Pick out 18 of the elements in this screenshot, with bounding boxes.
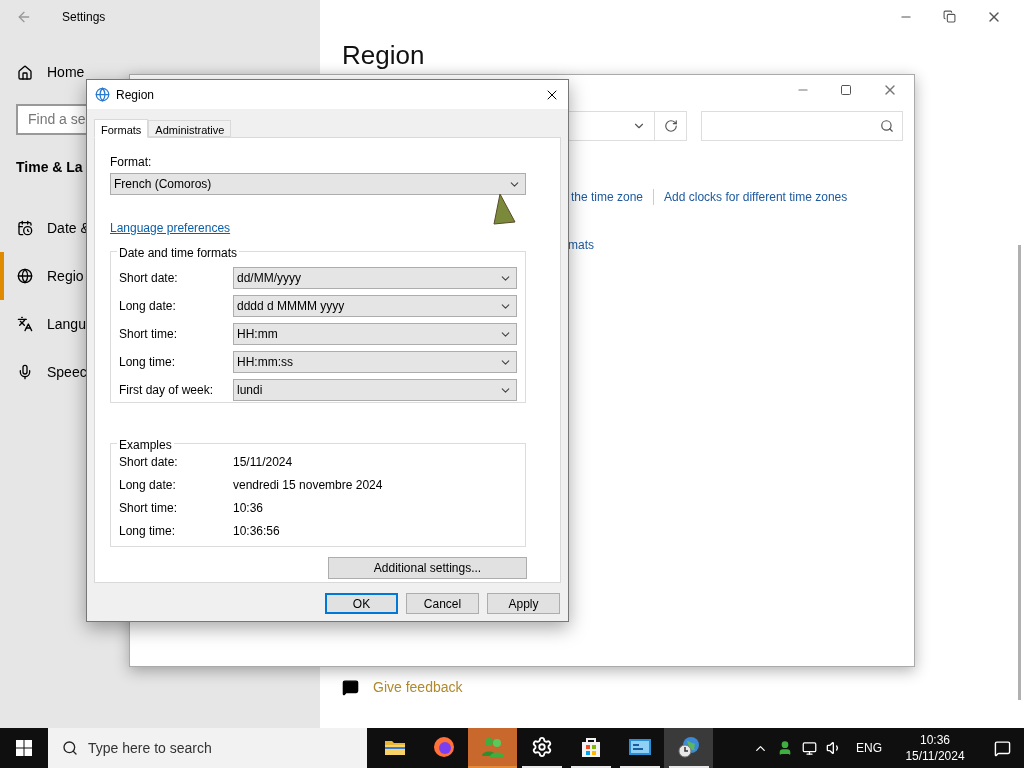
example-value: vendredi 15 novembre 2024: [233, 476, 383, 494]
example-label: Long time:: [119, 522, 177, 540]
section-title: Time & La: [16, 158, 83, 177]
window-title: Settings: [62, 8, 106, 26]
example-label: Short date:: [119, 453, 179, 471]
example-label: Long date:: [119, 476, 177, 494]
dialog-title: Region: [116, 86, 155, 104]
format-label: Format:: [110, 154, 153, 171]
field-label: First day of week:: [119, 382, 215, 399]
example-value: 10:36: [233, 499, 264, 517]
field-label: Short time:: [119, 326, 179, 343]
example-value: 15/11/2024: [233, 453, 293, 471]
example-value: 10:36:56: [233, 522, 280, 540]
example-label: Short time:: [119, 499, 179, 517]
page-title: Region: [342, 39, 426, 71]
field-label: Long time:: [119, 354, 177, 371]
field-label: Long date:: [119, 298, 177, 315]
field-label: Short date:: [119, 270, 179, 287]
